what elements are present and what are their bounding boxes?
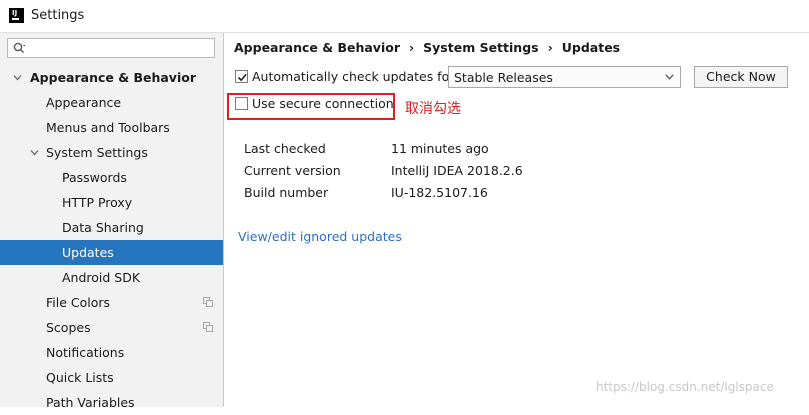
sidebar-item-android-sdk[interactable]: Android SDK <box>0 265 223 290</box>
chevron-down-icon[interactable] <box>13 73 22 82</box>
sidebar-item-label: Notifications <box>46 345 125 360</box>
sidebar-item-label: System Settings <box>46 145 148 160</box>
sidebar-item-path-variables[interactable]: Path Variables <box>0 390 223 415</box>
breadcrumb-separator-icon: › <box>547 40 553 55</box>
sidebar-item-label: Path Variables <box>46 395 135 410</box>
window-title: Settings <box>31 8 85 23</box>
copy-icon <box>203 297 213 307</box>
sidebar-item-label: Scopes <box>46 320 91 335</box>
sidebar-item-label: Android SDK <box>62 270 141 285</box>
current-version-value: IntelliJ IDEA 2018.2.6 <box>391 163 523 178</box>
sidebar-item-label: Passwords <box>62 170 127 185</box>
sidebar-item-label: Quick Lists <box>46 370 114 385</box>
auto-check-updates-checkbox[interactable] <box>235 70 248 83</box>
breadcrumb-separator-icon: › <box>409 40 415 55</box>
last-checked-value: 11 minutes ago <box>391 141 489 156</box>
sidebar-item-file-colors[interactable]: File Colors <box>0 290 223 315</box>
sidebar-item-appearance[interactable]: Appearance <box>0 90 223 115</box>
sidebar-item-appearance-behavior[interactable]: Appearance & Behavior <box>0 65 223 90</box>
sidebar-item-menus-toolbars[interactable]: Menus and Toolbars <box>0 115 223 140</box>
sidebar-item-label: Appearance & Behavior <box>30 70 196 85</box>
sidebar-item-passwords[interactable]: Passwords <box>0 165 223 190</box>
settings-sidebar: Appearance & Behavior Appearance Menus a… <box>0 33 223 410</box>
build-number-label: Build number <box>244 185 329 200</box>
intellij-idea-icon: IJ <box>9 8 24 23</box>
copy-icon <box>203 322 213 332</box>
sidebar-item-label: File Colors <box>46 295 111 310</box>
breadcrumb-item: Updates <box>561 40 621 55</box>
view-ignored-updates-link[interactable]: View/edit ignored updates <box>238 229 402 244</box>
chevron-down-icon[interactable] <box>30 148 39 157</box>
sidebar-item-label: Menus and Toolbars <box>46 120 170 135</box>
sidebar-item-label: Data Sharing <box>62 220 144 235</box>
search-icon <box>13 42 26 54</box>
annotation-text: 取消勾选 <box>405 101 461 117</box>
breadcrumb: Appearance & Behavior › System Settings › Up… <box>234 40 620 55</box>
search-input[interactable] <box>7 38 215 58</box>
sidebar-item-label: HTTP Proxy <box>62 195 133 210</box>
sidebar-item-system-settings[interactable]: System Settings <box>0 140 223 165</box>
build-number-value: IU-182.5107.16 <box>391 185 488 200</box>
auto-check-updates-label: Automatically check updates for <box>252 69 455 84</box>
sidebar-divider <box>223 33 224 407</box>
update-channel-value: Stable Releases <box>454 70 553 85</box>
breadcrumb-item: Appearance & Behavior <box>234 40 400 55</box>
update-channel-select[interactable]: Stable Releases <box>448 66 681 88</box>
sidebar-item-updates[interactable]: Updates <box>0 240 223 265</box>
annotation-highlight-box <box>227 93 395 120</box>
sidebar-item-quick-lists[interactable]: Quick Lists <box>0 365 223 390</box>
breadcrumb-item: System Settings <box>423 40 539 55</box>
sidebar-item-data-sharing[interactable]: Data Sharing <box>0 215 223 240</box>
sidebar-item-notifications[interactable]: Notifications <box>0 340 223 365</box>
sidebar-item-http-proxy[interactable]: HTTP Proxy <box>0 190 223 215</box>
current-version-label: Current version <box>244 163 341 178</box>
watermark-text: https://blog.csdn.net/lglspace <box>596 380 774 394</box>
check-now-button[interactable]: Check Now <box>694 66 788 88</box>
checkmark-icon <box>237 73 247 82</box>
last-checked-label: Last checked <box>244 141 326 156</box>
sidebar-item-label: Updates <box>62 245 114 260</box>
title-bar: IJ Settings <box>0 0 809 32</box>
sidebar-item-label: Appearance <box>46 95 122 110</box>
chevron-down-icon <box>665 74 674 80</box>
sidebar-item-scopes[interactable]: Scopes <box>0 315 223 340</box>
